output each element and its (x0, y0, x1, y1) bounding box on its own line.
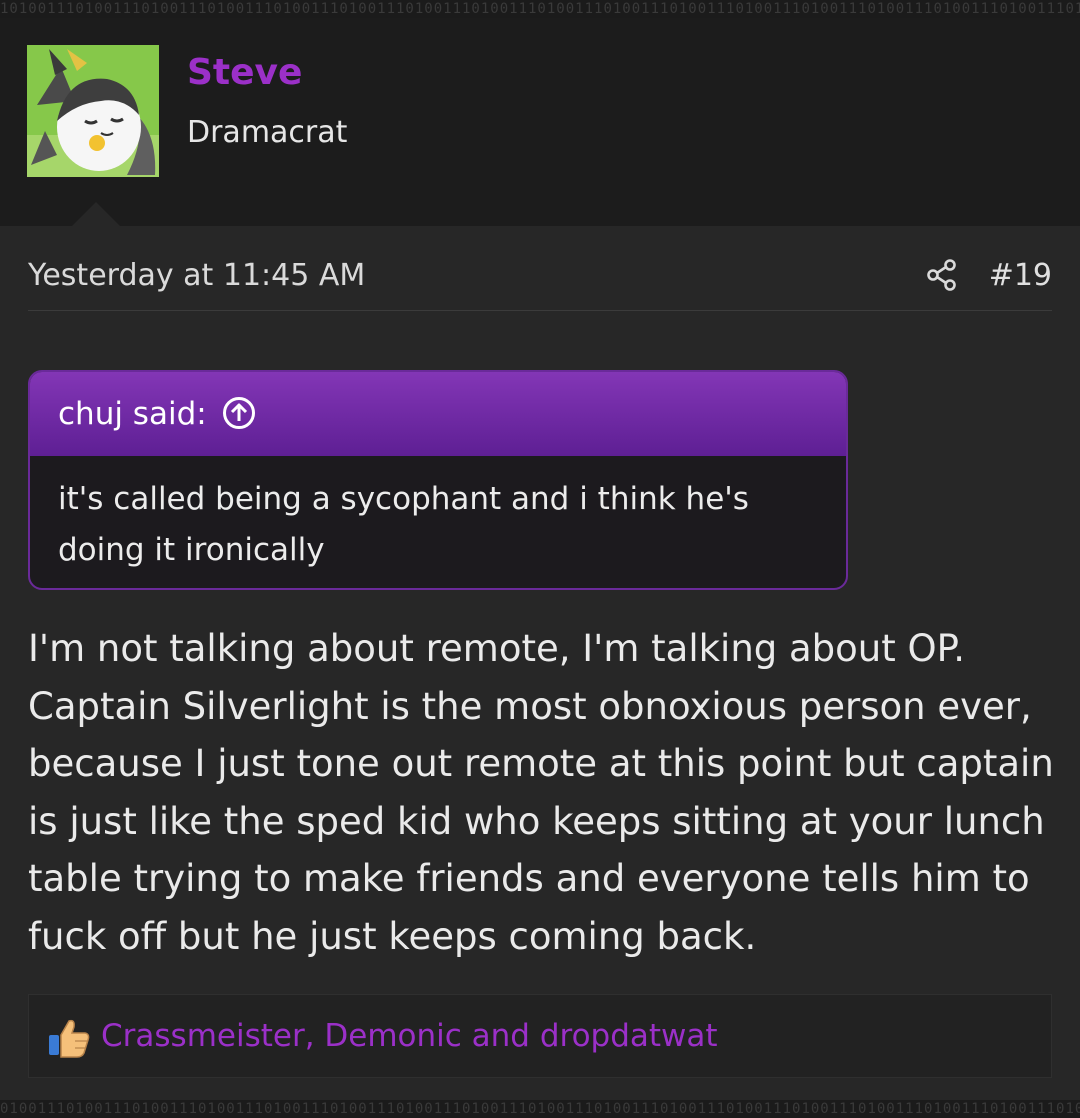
quote-author[interactable]: chuj said: (58, 394, 207, 434)
post-body: I'm not talking about remote, I'm talkin… (28, 627, 1054, 958)
user-header: Steve Dramacrat (0, 18, 1080, 226)
quote-header: chuj said: (30, 372, 846, 456)
avatar[interactable] (27, 45, 159, 177)
share-icon[interactable] (926, 258, 958, 292)
thumbs-up-icon (49, 1019, 90, 1058)
binary-decoration-top: 1010011101001110100111010011101001110100… (0, 0, 1080, 18)
user-title: Dramacrat (187, 115, 348, 150)
username[interactable]: Steve (187, 52, 302, 94)
post-meta: Yesterday at 11:45 AM #19 (28, 256, 1052, 311)
reaction-users-link[interactable]: Crassmeister, Demonic and dropdatwat (101, 1015, 718, 1057)
reactions-bar: Crassmeister, Demonic and dropdatwat (28, 994, 1052, 1078)
post: Yesterday at 11:45 AM #19 chuj said: it'… (0, 226, 1080, 1100)
post-number[interactable]: #19 (989, 256, 1052, 296)
header-pointer (72, 202, 120, 226)
arrow-up-circle-icon[interactable] (222, 396, 256, 430)
binary-decoration-bottom: 0100111010011101001110100111010011101001… (0, 1100, 1080, 1118)
post-date[interactable]: Yesterday at 11:45 AM (28, 256, 365, 296)
quote-block: chuj said: it's called being a sycophant… (28, 370, 848, 590)
quote-text: it's called being a sycophant and i thin… (58, 481, 749, 568)
